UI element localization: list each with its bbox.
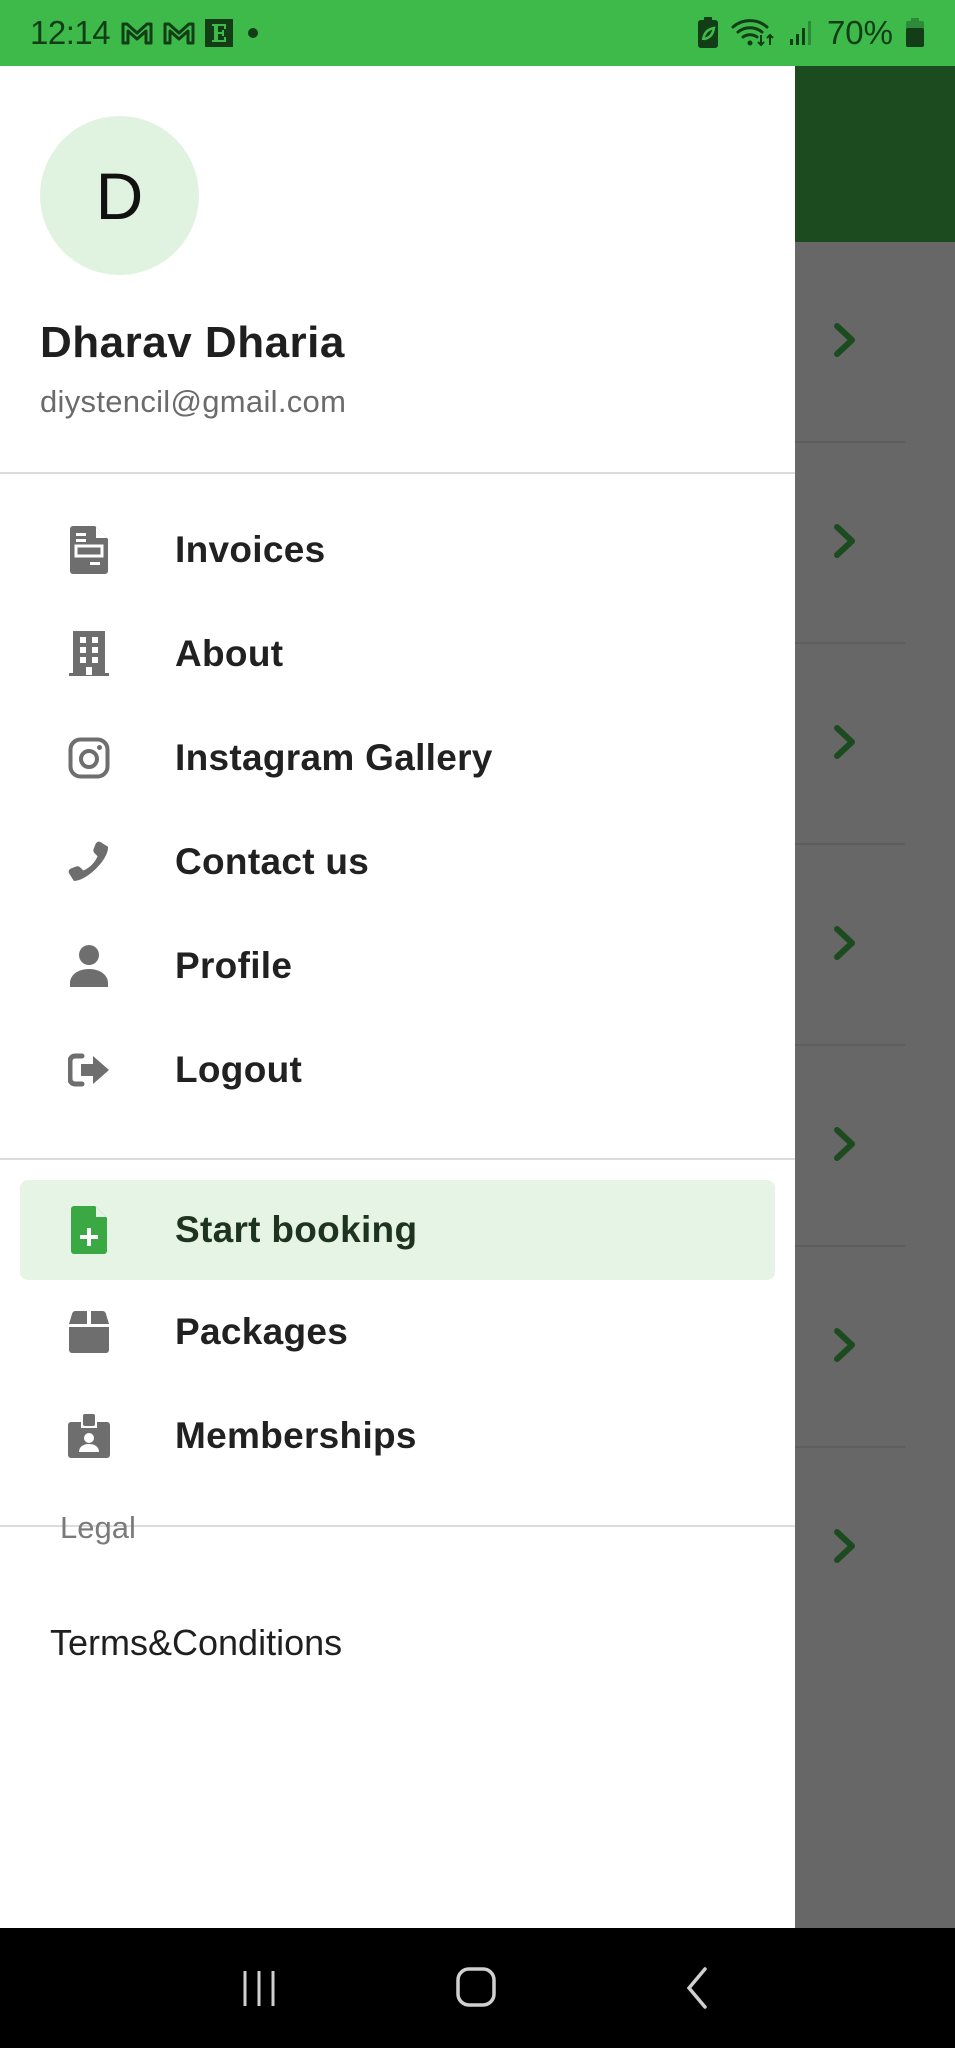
- notification-icons: [120, 18, 264, 48]
- e-app-icon: [205, 19, 234, 47]
- menu-item-profile[interactable]: Profile: [20, 914, 775, 1018]
- background-list-row: [795, 1247, 905, 1448]
- background-list: [795, 242, 955, 1649]
- status-time: 12:14: [30, 14, 111, 51]
- back-button[interactable]: [656, 1948, 736, 2028]
- chevron-right-icon: [834, 926, 855, 960]
- background-list-row: [795, 845, 905, 1046]
- background-list-row: [795, 443, 905, 644]
- status-indicators: 70%: [697, 14, 925, 52]
- chevron-right-icon: [834, 1127, 855, 1161]
- background-list-row: [795, 1046, 905, 1247]
- home-icon: [456, 1967, 497, 2007]
- menu-item-contact-us[interactable]: Contact us: [20, 810, 775, 914]
- menu-item-label: Memberships: [175, 1415, 417, 1456]
- package-icon: [66, 1307, 112, 1357]
- user-email: diystencil@gmail.com: [40, 384, 347, 419]
- battery-percent: 70%: [826, 14, 893, 51]
- menu-item-start-booking[interactable]: Start booking: [20, 1180, 775, 1280]
- status-bar: 12:14 70%: [0, 0, 955, 66]
- menu-item-about[interactable]: About: [20, 602, 775, 706]
- background-list-row: [795, 242, 905, 443]
- gmail-icon: [121, 22, 153, 45]
- menu-item-label: Instagram Gallery: [175, 737, 493, 778]
- chevron-right-icon: [834, 524, 855, 558]
- recent-apps-icon: [243, 1971, 275, 2006]
- background-list-row: [795, 644, 905, 845]
- chevron-right-icon: [834, 1328, 855, 1362]
- home-button[interactable]: [437, 1948, 517, 2028]
- back-icon: [686, 1967, 707, 2009]
- phone-icon: [66, 837, 112, 887]
- system-navigation-bar: [0, 1928, 955, 2048]
- user-name: Dharav Dharia: [40, 318, 345, 367]
- logout-icon: [66, 1045, 112, 1095]
- dot-icon: [248, 28, 259, 38]
- terms-and-conditions-link[interactable]: Terms&Conditions: [50, 1622, 342, 1664]
- badge-icon: [66, 1411, 112, 1461]
- battery-icon: [906, 18, 924, 47]
- menu-item-logout[interactable]: Logout: [20, 1018, 775, 1122]
- secondary-menu: Start booking Packages Memberships: [0, 1160, 795, 1527]
- building-icon: [66, 629, 112, 679]
- primary-menu: Invoices About Instagram Gallery Contact…: [0, 474, 795, 1160]
- legal-section-title: Legal: [60, 1510, 136, 1545]
- gmail-icon: [163, 22, 195, 45]
- menu-item-label: Invoices: [175, 529, 326, 570]
- menu-item-label: Start booking: [175, 1209, 418, 1250]
- avatar: D: [40, 116, 199, 275]
- background-app-bar: [795, 66, 955, 242]
- menu-item-label: Packages: [175, 1311, 349, 1352]
- signal-icon: [789, 21, 811, 45]
- menu-item-label: Contact us: [175, 841, 370, 882]
- menu-item-instagram-gallery[interactable]: Instagram Gallery: [20, 706, 775, 810]
- wifi-icon: [731, 19, 774, 47]
- chevron-right-icon: [834, 323, 855, 357]
- menu-item-label: About: [175, 633, 284, 674]
- menu-item-label: Logout: [175, 1049, 303, 1090]
- menu-item-memberships[interactable]: Memberships: [20, 1384, 775, 1488]
- invoice-icon: [66, 525, 112, 575]
- menu-item-invoices[interactable]: Invoices: [20, 498, 775, 602]
- person-icon: [66, 941, 112, 991]
- battery-saver-icon: [697, 17, 718, 48]
- menu-item-label: Profile: [175, 945, 293, 986]
- drawer-header: D Dharav Dharia diystencil@gmail.com: [0, 66, 795, 474]
- instagram-icon: [66, 733, 112, 783]
- chevron-right-icon: [834, 725, 855, 759]
- add-document-icon: [66, 1205, 112, 1255]
- menu-item-packages[interactable]: Packages: [20, 1280, 775, 1384]
- recent-apps-button[interactable]: [219, 1948, 299, 2028]
- chevron-right-icon: [834, 1529, 855, 1563]
- background-list-row: [795, 1448, 905, 1649]
